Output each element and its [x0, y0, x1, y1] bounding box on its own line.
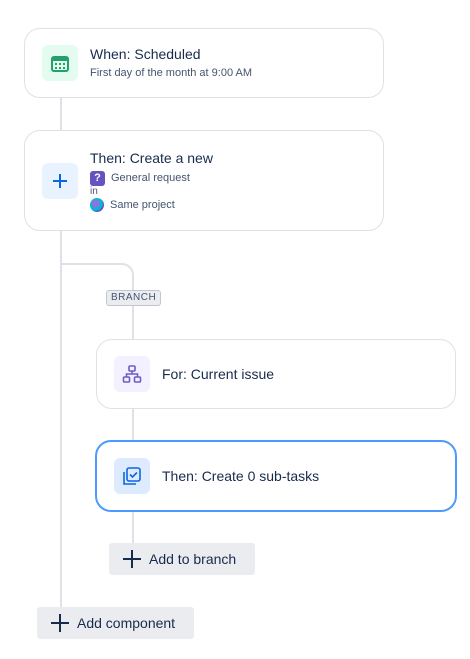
- trigger-card[interactable]: When: Scheduled First day of the month a…: [24, 28, 384, 98]
- trigger-text: When: Scheduled First day of the month a…: [90, 45, 252, 81]
- branch-tag: BRANCH: [106, 290, 162, 306]
- project-label: Same project: [110, 198, 175, 211]
- plus-icon: [42, 162, 78, 199]
- plus-icon: [51, 614, 69, 632]
- question-icon: ?: [90, 170, 105, 186]
- trigger-title: When: Scheduled: [90, 46, 201, 62]
- issue-type-row: ? General request: [90, 170, 213, 186]
- add-to-branch-button[interactable]: Add to branch: [109, 543, 255, 575]
- add-component-label: Add component: [77, 615, 176, 631]
- trigger-subtitle: First day of the month at 9:00 AM: [90, 67, 253, 79]
- in-label: in: [90, 185, 98, 197]
- subtasks-text: Then: Create 0 sub-tasks: [162, 467, 319, 485]
- branch-for-card[interactable]: For: Current issue: [96, 339, 456, 409]
- add-to-branch-label: Add to branch: [149, 551, 237, 567]
- project-avatar-icon: [90, 198, 104, 212]
- plus-icon: [123, 550, 141, 568]
- add-component-button[interactable]: Add component: [37, 607, 194, 639]
- subtasks-card[interactable]: Then: Create 0 sub-tasks: [95, 440, 457, 512]
- subtasks-title: Then: Create 0 sub-tasks: [162, 468, 320, 484]
- project-row: Same project: [90, 198, 213, 213]
- hierarchy-icon: [114, 356, 150, 392]
- issue-type-label: General request: [111, 171, 190, 184]
- subtasks-icon: [114, 458, 150, 494]
- create-action-text: Then: Create a new ? General request in …: [90, 149, 213, 213]
- create-action-card[interactable]: Then: Create a new ? General request in …: [24, 130, 384, 231]
- create-action-title: Then: Create a new: [90, 149, 213, 166]
- branch-for-text: For: Current issue: [162, 365, 274, 383]
- connector-branch-curve: [110, 263, 134, 291]
- calendar-icon: [42, 45, 78, 81]
- branch-for-title: For: Current issue: [162, 366, 275, 382]
